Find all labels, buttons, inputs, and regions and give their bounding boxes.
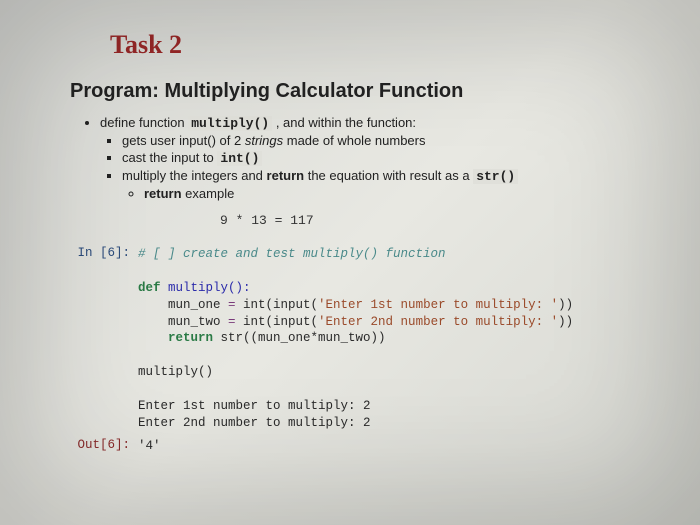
in-prompt: In [6]: <box>70 246 138 260</box>
text: multiply the integers and <box>122 168 267 183</box>
bullet-cast: cast the input to int() <box>122 150 660 166</box>
program-title: Program: Multiplying Calculator Function <box>70 80 660 103</box>
bullet-define: define function multiply() , and within … <box>100 115 660 201</box>
line-mun2c: )) <box>558 315 573 329</box>
line-mun1b: int(input( <box>236 298 319 312</box>
text: , and within the function: <box>272 115 416 130</box>
text: made of whole numbers <box>283 133 425 148</box>
code-str: str() <box>473 169 518 184</box>
example-equation: 9 * 13 = 117 <box>220 213 660 228</box>
code-multiply: multiply() <box>188 116 272 131</box>
text: the equation with result as a <box>304 168 473 183</box>
stdout2: Enter 2nd number to multiply: 2 <box>138 416 371 430</box>
text: gets user input() of 2 <box>122 133 245 148</box>
bullet-input: gets user input() of 2 strings made of w… <box>122 133 660 148</box>
code-comment: # [ ] create and test multiply() functio… <box>138 247 446 261</box>
def-name: multiply(): <box>161 281 251 295</box>
bullet-return-example: return example <box>144 186 660 201</box>
bold-return: return <box>267 168 305 183</box>
code-body: # [ ] create and test multiply() functio… <box>138 246 660 432</box>
line-mun2a: mun_two <box>138 315 228 329</box>
text: define function <box>100 115 188 130</box>
notebook-cell: In [6]: # [ ] create and test multiply()… <box>70 246 660 455</box>
line-mun2b: int(input( <box>236 315 319 329</box>
bold-return2: return <box>144 186 182 201</box>
call-line: multiply() <box>138 365 213 379</box>
ret-body: str((mun_one*mun_two)) <box>213 331 386 345</box>
kw-def: def <box>138 281 161 295</box>
code-int: int() <box>217 151 262 166</box>
text: cast the input to <box>122 150 217 165</box>
text: example <box>182 186 235 201</box>
op-eq2: = <box>228 315 236 329</box>
em-strings: strings <box>245 133 283 148</box>
out-body: '4' <box>138 438 660 455</box>
stdout1: Enter 1st number to multiply: 2 <box>138 399 371 413</box>
kw-return: return <box>138 331 213 345</box>
str2: 'Enter 2nd number to multiply: ' <box>318 315 558 329</box>
op-eq: = <box>228 298 236 312</box>
str1: 'Enter 1st number to multiply: ' <box>318 298 558 312</box>
task-title: Task 2 <box>110 30 660 60</box>
line-mun1a: mun_one <box>138 298 228 312</box>
bullet-return: multiply the integers and return the equ… <box>122 168 660 201</box>
instruction-list: define function multiply() , and within … <box>100 115 660 201</box>
out-prompt: Out[6]: <box>70 438 138 452</box>
line-mun1c: )) <box>558 298 573 312</box>
